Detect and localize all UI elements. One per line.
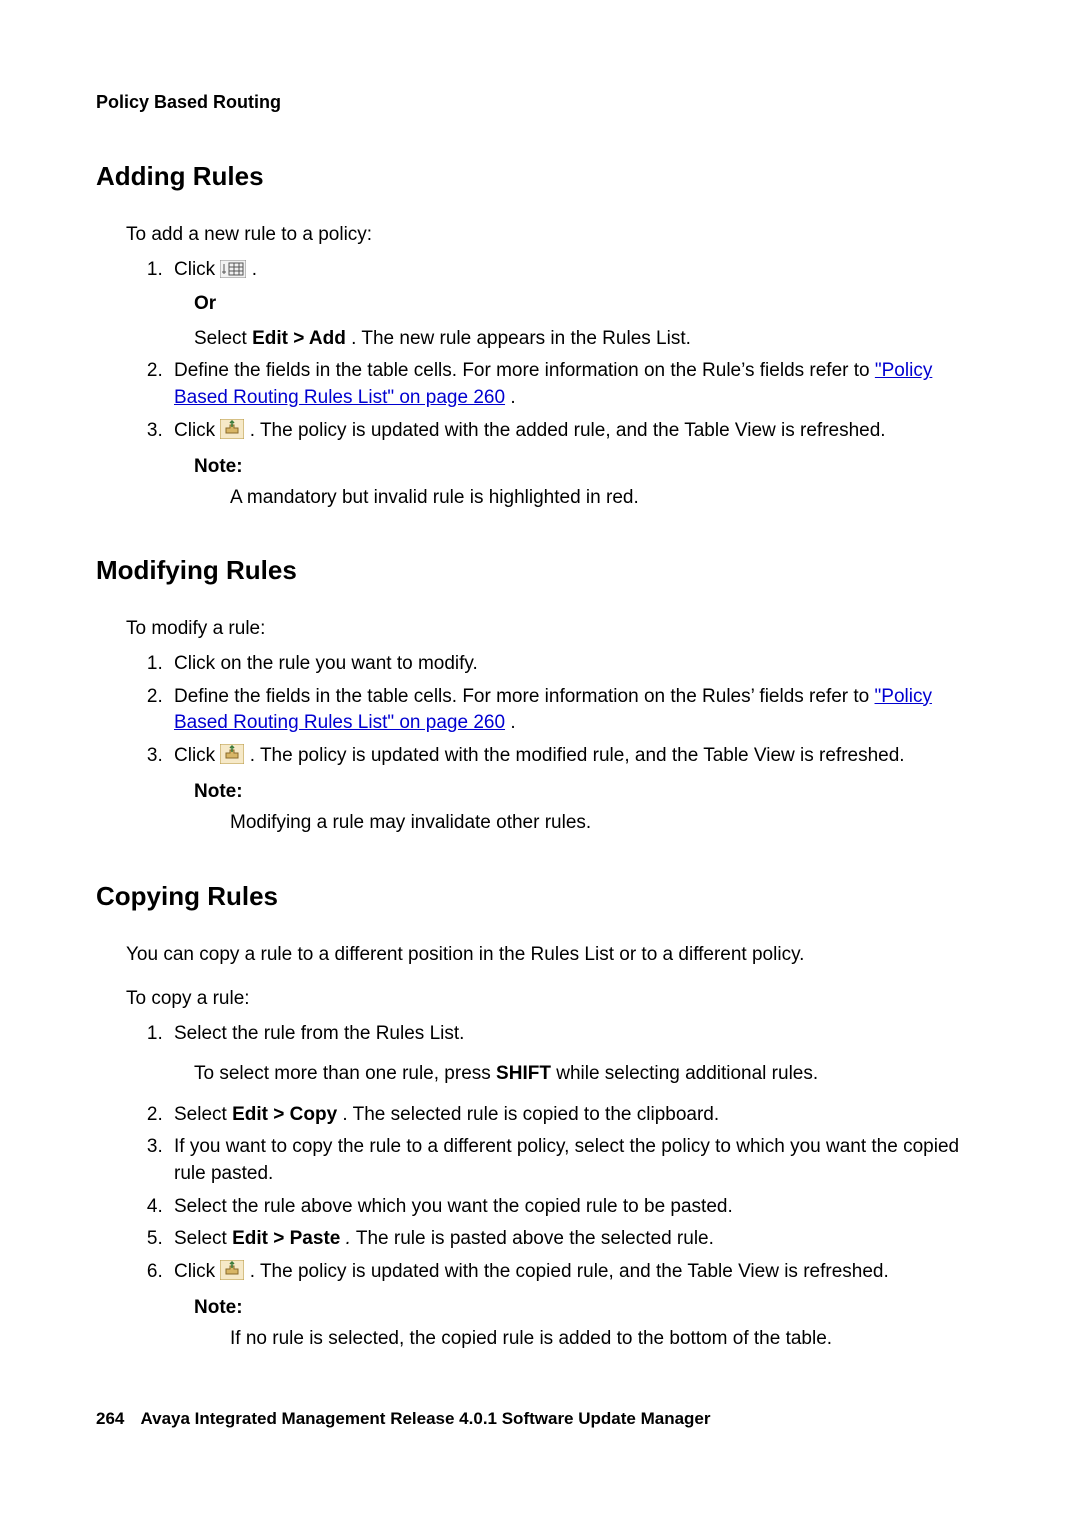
intro-copying-2: To copy a rule: [96, 986, 984, 1013]
step-1: Click on the rule you want to modify. [168, 651, 984, 678]
note-body: Modifying a rule may invalidate other ru… [230, 810, 984, 837]
step-5: Select Edit > Paste . The rule is pasted… [168, 1226, 984, 1253]
text: Select [194, 328, 252, 349]
text: Select [174, 1104, 232, 1125]
text: The rule is pasted above the selected ru… [356, 1228, 714, 1249]
step-3: If you want to copy the rule to a differ… [168, 1134, 984, 1187]
section-modifying-rules: Modifying Rules To modify a rule: Click … [96, 555, 984, 836]
text: Define the fields in the table cells. Fo… [174, 686, 875, 707]
text: while selecting additional rules. [556, 1063, 818, 1084]
insert-row-icon [220, 260, 246, 278]
note-body: A mandatory but invalid rule is highligh… [230, 485, 984, 512]
note-label: Note: [194, 779, 984, 806]
heading-copying-rules: Copying Rules [96, 881, 984, 912]
note-body: If no rule is selected, the copied rule … [230, 1326, 984, 1353]
or-label: Or [194, 291, 984, 318]
footer-title: Avaya Integrated Management Release 4.0.… [140, 1409, 710, 1428]
text: . The policy is updated with the modifie… [250, 745, 905, 766]
step-6: Click . The policy is updated with the c… [168, 1259, 984, 1353]
section-copying-rules: Copying Rules You can copy a rule to a d… [96, 881, 984, 1353]
steps-adding: Click . Or Select [96, 257, 984, 512]
step-text-tail: . [252, 259, 257, 280]
steps-copying: Select the rule from the Rules List. To … [96, 1021, 984, 1353]
text: Click [174, 1261, 220, 1282]
page-number: 264 [96, 1409, 124, 1428]
step-1: Click . Or Select [168, 257, 984, 353]
text: . The new rule appears in the Rules List… [351, 328, 691, 349]
heading-adding-rules: Adding Rules [96, 161, 984, 192]
apply-icon [220, 419, 244, 439]
heading-modifying-rules: Modifying Rules [96, 555, 984, 586]
note-label: Note: [194, 454, 984, 481]
steps-modifying: Click on the rule you want to modify. De… [96, 651, 984, 837]
step-2: Select Edit > Copy . The selected rule i… [168, 1102, 984, 1129]
text: . The policy is updated with the copied … [250, 1261, 889, 1282]
step-3: Click . The policy is updated with the a… [168, 418, 984, 512]
step-2: Define the fields in the table cells. Fo… [168, 358, 984, 411]
punct: . [346, 1228, 351, 1249]
text: . [510, 712, 515, 733]
step-4: Select the rule above which you want the… [168, 1194, 984, 1221]
step-3: Click . The policy is updated with the m… [168, 743, 984, 837]
step-text: Click [174, 259, 220, 280]
apply-icon [220, 1260, 244, 1280]
text: To select more than one rule, press [194, 1063, 496, 1084]
page-footer: 264 Avaya Integrated Management Release … [96, 1409, 710, 1429]
section-adding-rules: Adding Rules To add a new rule to a poli… [96, 161, 984, 511]
menu-path: Edit > Add [252, 328, 346, 349]
document-page: Policy Based Routing Adding Rules To add… [0, 0, 1080, 1527]
text: . [510, 387, 515, 408]
menu-path: Edit > Paste [232, 1228, 340, 1249]
step-1-sub: To select more than one rule, press SHIF… [194, 1061, 984, 1088]
step-2: Define the fields in the table cells. Fo… [168, 684, 984, 737]
key-shift: SHIFT [496, 1063, 551, 1084]
intro-copying-1: You can copy a rule to a different posit… [96, 942, 984, 969]
step-1: Select the rule from the Rules List. To … [168, 1021, 984, 1088]
menu-path: Edit > Copy [232, 1104, 337, 1125]
text: Click [174, 745, 220, 766]
running-head: Policy Based Routing [96, 92, 984, 113]
text: . The policy is updated with the added r… [250, 420, 886, 441]
intro-modifying: To modify a rule: [96, 616, 984, 643]
text: Select [174, 1228, 232, 1249]
intro-adding: To add a new rule to a policy: [96, 222, 984, 249]
text: Define the fields in the table cells. Fo… [174, 360, 875, 381]
text: Select the rule from the Rules List. [174, 1023, 464, 1044]
text: Click [174, 420, 220, 441]
note-label: Note: [194, 1295, 984, 1322]
apply-icon [220, 744, 244, 764]
text: . The selected rule is copied to the cli… [342, 1104, 719, 1125]
step-1-alt: Select Edit > Add . The new rule appears… [194, 326, 984, 353]
